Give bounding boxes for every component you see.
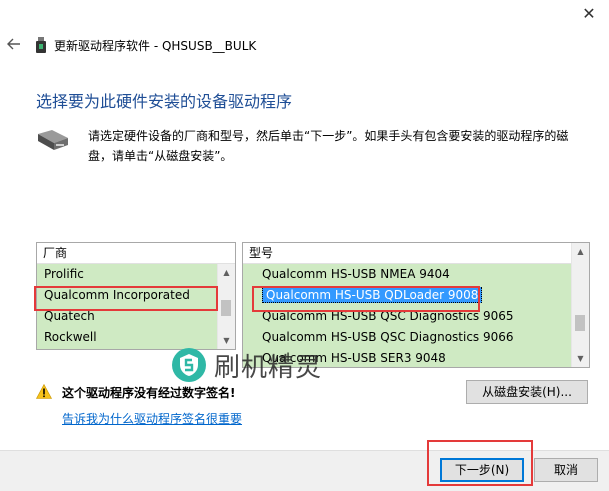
page-heading: 选择要为此硬件安装的设备驱动程序 <box>36 92 293 111</box>
scroll-thumb[interactable] <box>221 300 231 316</box>
manufacturer-list-header: 厂商 <box>37 243 235 264</box>
list-item-model[interactable]: Qualcomm HS-USB QSC Diagnostics 9066 <box>262 327 589 348</box>
window-title: 更新驱动程序软件 - QHSUSB__BULK <box>54 39 257 53</box>
model-scrollbar[interactable]: ▲ ▼ <box>571 243 589 367</box>
instruction-text: 请选定硬件设备的厂商和型号，然后单击“下一步”。如果手头有包含要安装的驱动程序的… <box>88 129 569 163</box>
list-item-rockwell[interactable]: Rockwell <box>44 327 235 348</box>
highlight-model <box>252 286 480 312</box>
warning-icon <box>36 384 52 399</box>
cancel-button[interactable]: 取消 <box>534 458 598 482</box>
have-disk-button[interactable]: 从磁盘安装(H)... <box>466 380 588 404</box>
unsigned-driver-warning: 这个驱动程序没有经过数字签名! <box>62 386 236 400</box>
watermark-logo-icon <box>172 348 206 382</box>
list-item-prolific[interactable]: Prolific <box>44 264 235 285</box>
scroll-up-icon[interactable]: ▲ <box>572 243 589 260</box>
scroll-up-icon[interactable]: ▲ <box>218 264 235 281</box>
highlight-manufacturer <box>34 286 218 311</box>
list-item-model[interactable]: Qualcomm HS-USB NMEA 9404 <box>262 264 589 285</box>
model-list-header: 型号 <box>243 243 589 264</box>
scroll-down-icon[interactable]: ▼ <box>572 350 589 367</box>
usb-device-icon <box>36 37 46 53</box>
scroll-thumb[interactable] <box>575 315 585 331</box>
manufacturer-scrollbar[interactable]: ▲ ▼ <box>217 264 235 349</box>
back-arrow-icon[interactable] <box>6 36 22 52</box>
highlight-next-button <box>427 440 533 486</box>
why-signing-important-link[interactable]: 告诉我为什么驱动程序签名很重要 <box>62 410 242 427</box>
watermark-text: 刷机精灵 <box>214 353 323 383</box>
close-button[interactable]: ✕ <box>578 4 600 24</box>
hardware-device-icon <box>38 130 68 150</box>
